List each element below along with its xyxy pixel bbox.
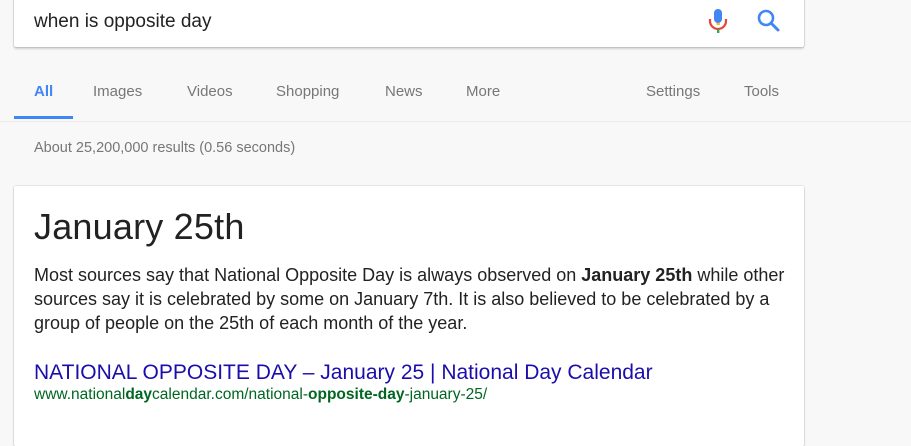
- featured-snippet-card: January 25th Most sources say that Natio…: [14, 186, 804, 446]
- result-stats: About 25,200,000 results (0.56 seconds): [34, 140, 296, 156]
- tab-news[interactable]: News: [385, 83, 423, 100]
- featured-answer: January 25th: [34, 206, 245, 247]
- tab-tools[interactable]: Tools: [744, 83, 779, 100]
- magnifier-icon: [757, 9, 780, 32]
- result-title-link[interactable]: NATIONAL OPPOSITE DAY – January 25 | Nat…: [34, 361, 653, 385]
- active-tab-indicator: [14, 116, 73, 119]
- search-button[interactable]: [755, 7, 783, 35]
- search-input[interactable]: [34, 10, 674, 34]
- result-url: www.nationaldaycalendar.com/national-opp…: [34, 386, 487, 404]
- url-part: www.national: [34, 386, 126, 403]
- tab-all[interactable]: All: [34, 83, 53, 100]
- tab-settings[interactable]: Settings: [646, 83, 700, 100]
- tab-images[interactable]: Images: [93, 83, 142, 100]
- url-bold: opposite-day: [308, 386, 405, 403]
- microphone-icon[interactable]: [707, 6, 729, 36]
- snippet-description: Most sources say that National Opposite …: [34, 263, 794, 335]
- url-bold: day: [125, 386, 153, 403]
- search-bar: [14, 0, 804, 47]
- snippet-text-1: Most sources say that National Opposite …: [34, 265, 582, 285]
- tab-more[interactable]: More: [466, 83, 500, 100]
- tab-shopping[interactable]: Shopping: [276, 83, 339, 100]
- url-part: calendar.com/national-: [152, 386, 309, 403]
- url-part: -january-25/: [404, 386, 488, 403]
- snippet-bold: January 25th: [581, 265, 693, 285]
- search-tabs: All Images Videos Shopping News More Set…: [0, 64, 911, 122]
- tab-videos[interactable]: Videos: [187, 83, 233, 100]
